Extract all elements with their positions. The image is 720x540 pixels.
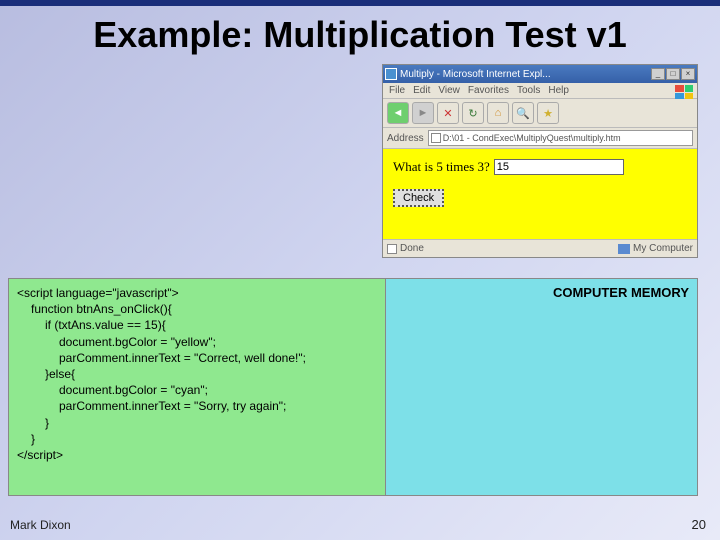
- home-button[interactable]: ⌂: [487, 102, 509, 124]
- toolbar: ◄ ► ✕ ↻ ⌂ 🔍 ★: [383, 99, 697, 128]
- footer-author: Mark Dixon: [10, 518, 71, 532]
- code-line: <script language="javascript">: [17, 285, 377, 301]
- memory-title: COMPUTER MEMORY: [394, 285, 689, 300]
- menu-file[interactable]: File: [389, 85, 405, 96]
- menu-edit[interactable]: Edit: [413, 85, 430, 96]
- menu-view[interactable]: View: [438, 85, 460, 96]
- computer-icon: [618, 244, 630, 254]
- code-memory-panel: <script language="javascript"> function …: [8, 278, 698, 496]
- question-row: What is 5 times 3?: [393, 159, 687, 175]
- address-bar: Address D:\01 - CondExec\MultiplyQuest\m…: [383, 128, 697, 149]
- browser-window: Multiply - Microsoft Internet Expl... _ …: [382, 64, 698, 258]
- code-line: if (txtAns.value == 15){: [17, 317, 377, 333]
- code-line: document.bgColor = "cyan";: [17, 382, 377, 398]
- code-panel: <script language="javascript"> function …: [9, 279, 385, 495]
- check-button[interactable]: Check: [393, 189, 444, 207]
- page-icon: [431, 133, 441, 143]
- windows-logo-icon: [675, 85, 693, 99]
- favorites-button[interactable]: ★: [537, 102, 559, 124]
- footer-page-number: 20: [692, 517, 706, 532]
- stop-button[interactable]: ✕: [437, 102, 459, 124]
- back-button[interactable]: ◄: [387, 102, 409, 124]
- address-value: D:\01 - CondExec\MultiplyQuest\multiply.…: [443, 133, 621, 143]
- page-body: What is 5 times 3? Check: [383, 149, 697, 239]
- status-zone: My Computer: [633, 243, 693, 254]
- menu-help[interactable]: Help: [548, 85, 569, 96]
- code-line: parComment.innerText = "Sorry, try again…: [17, 398, 377, 414]
- page-icon-small: [387, 244, 397, 254]
- forward-button[interactable]: ►: [412, 102, 434, 124]
- code-line: document.bgColor = "yellow";: [17, 334, 377, 350]
- address-label: Address: [387, 133, 424, 144]
- menu-bar: File Edit View Favorites Tools Help: [383, 83, 697, 99]
- memory-panel: COMPUTER MEMORY: [385, 279, 697, 495]
- slide-title: Example: Multiplication Test v1: [0, 6, 720, 60]
- code-line: </script>: [17, 447, 377, 463]
- status-bar: Done My Computer: [383, 239, 697, 257]
- address-input[interactable]: D:\01 - CondExec\MultiplyQuest\multiply.…: [428, 130, 693, 146]
- menu-favorites[interactable]: Favorites: [468, 85, 509, 96]
- question-text: What is 5 times 3?: [393, 159, 490, 175]
- status-done: Done: [400, 243, 424, 254]
- code-line: function btnAns_onClick(){: [17, 301, 377, 317]
- search-button[interactable]: 🔍: [512, 102, 534, 124]
- ie-icon: [385, 68, 397, 80]
- code-line: }: [17, 431, 377, 447]
- code-line: }else{: [17, 366, 377, 382]
- code-line: parComment.innerText = "Correct, well do…: [17, 350, 377, 366]
- close-button[interactable]: ×: [681, 68, 695, 80]
- code-line: }: [17, 415, 377, 431]
- menu-tools[interactable]: Tools: [517, 85, 540, 96]
- window-controls: _ □ ×: [651, 68, 695, 80]
- answer-input[interactable]: [494, 159, 624, 175]
- minimize-button[interactable]: _: [651, 68, 665, 80]
- refresh-button[interactable]: ↻: [462, 102, 484, 124]
- window-title-text: Multiply - Microsoft Internet Expl...: [400, 69, 651, 80]
- browser-titlebar: Multiply - Microsoft Internet Expl... _ …: [383, 65, 697, 83]
- maximize-button[interactable]: □: [666, 68, 680, 80]
